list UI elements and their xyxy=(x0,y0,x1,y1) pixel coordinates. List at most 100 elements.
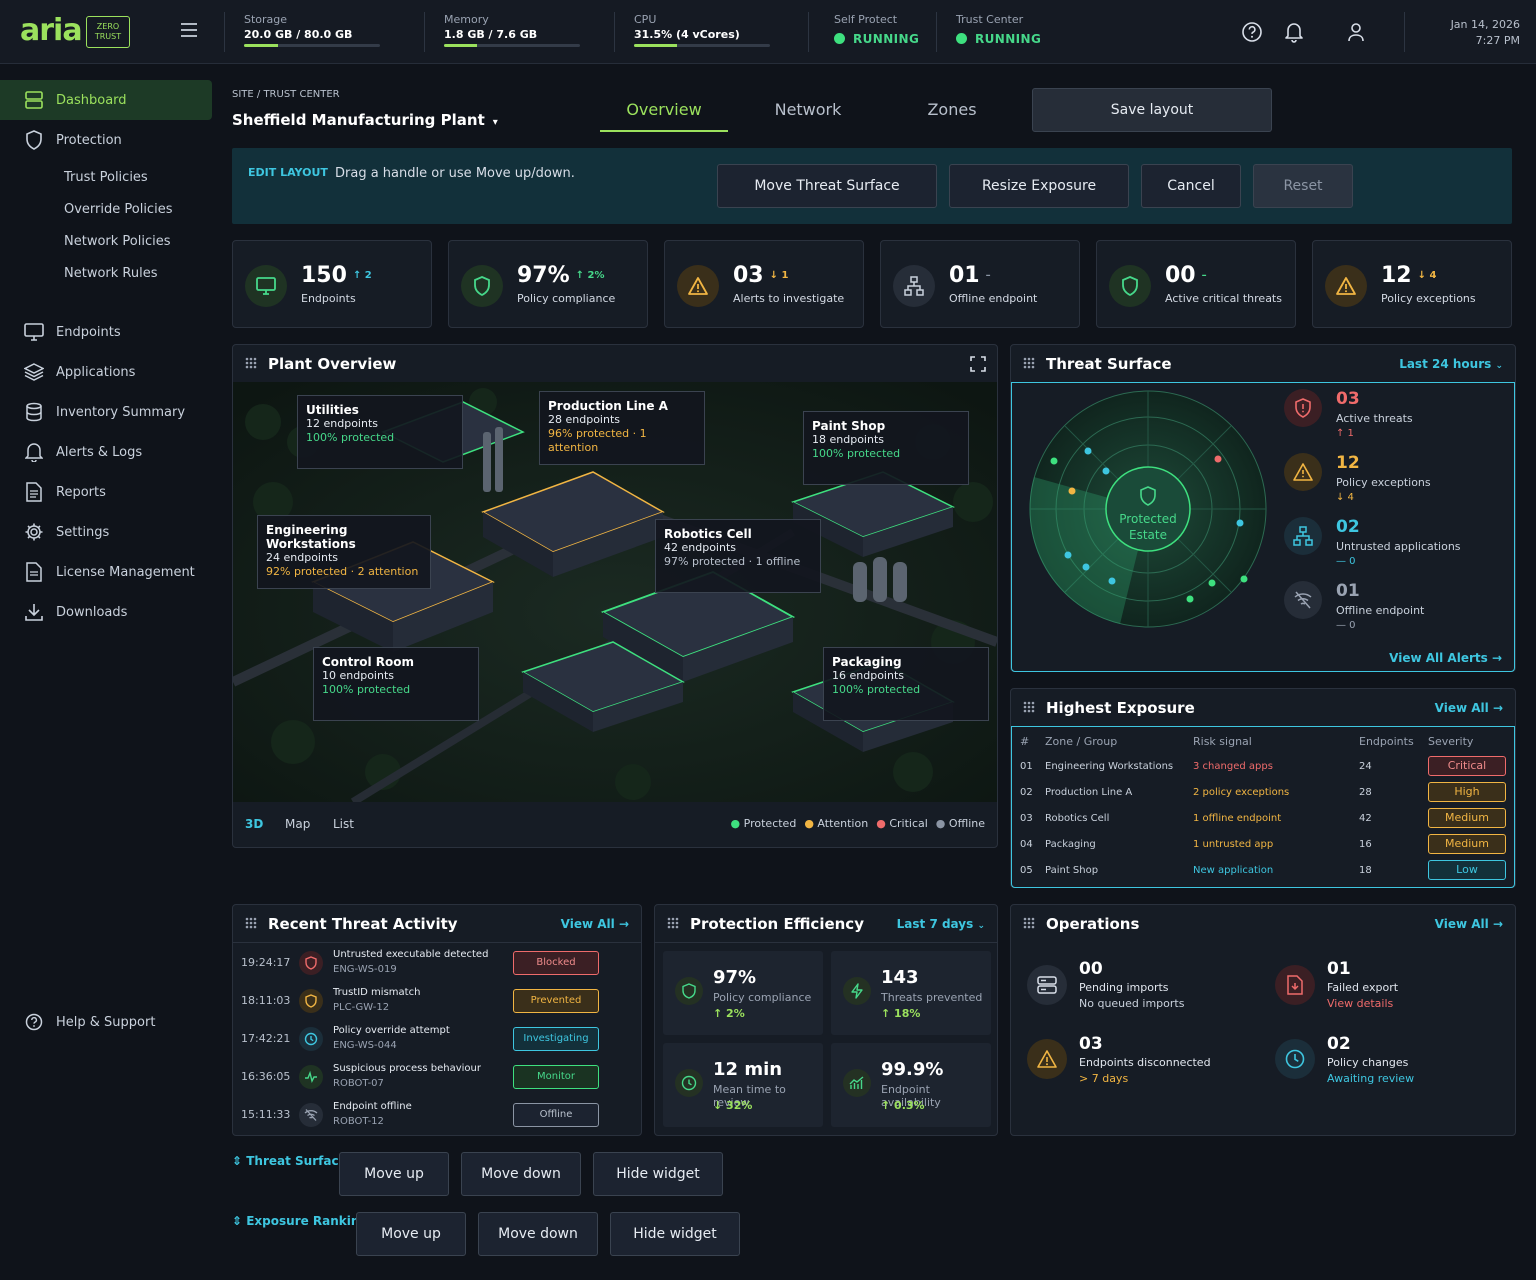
range-selector[interactable]: Last 7 days ⌄ xyxy=(897,917,985,931)
sidebar-item-reports[interactable]: Reports xyxy=(0,472,212,512)
legend-offline: ● Offline xyxy=(935,817,985,830)
drag-handle-icon[interactable] xyxy=(1023,357,1035,369)
help-support[interactable]: Help & Support xyxy=(0,1002,212,1042)
kpi-offline-endpoint[interactable]: 01– Offline endpoint xyxy=(880,240,1080,328)
panel-title: Recent Threat Activity xyxy=(268,915,458,933)
protection-efficiency-panel: Protection Efficiency Last 7 days ⌄ 97% P… xyxy=(654,904,998,1136)
kpi-critical-threats[interactable]: 00– Active critical threats xyxy=(1096,240,1296,328)
panel-title: Plant Overview xyxy=(268,355,397,373)
table-row[interactable]: 03 Robotics Cell 1 offline endpoint 42 Medi… xyxy=(1020,805,1510,831)
edit-layout-hint: Drag a handle or use Move up/down. xyxy=(335,166,575,181)
drag-handle-icon[interactable] xyxy=(245,917,257,929)
kpi-endpoints[interactable]: 150 ↑ 2 Endpoints xyxy=(232,240,432,328)
view-all-alerts-link[interactable]: View All Alerts → xyxy=(1389,651,1502,665)
site-selector[interactable]: Sheffield Manufacturing Plant ▾ xyxy=(232,111,498,129)
sidebar-item-downloads[interactable]: Downloads xyxy=(0,592,212,632)
sidebar-item-applications[interactable]: Applications xyxy=(0,352,212,392)
move-down-button[interactable]: Move down xyxy=(478,1212,598,1256)
expand-icon[interactable] xyxy=(970,356,986,372)
zone-tag-production-line-a[interactable]: Production Line A 28 endpoints 96% protect… xyxy=(539,391,705,465)
drag-handle-icon[interactable] xyxy=(1023,701,1035,713)
sidebar-sub-override-policies[interactable]: Override Policies xyxy=(64,202,172,217)
sidebar-item-dashboard[interactable]: Dashboard xyxy=(0,80,212,120)
sidebar-item-settings[interactable]: Settings xyxy=(0,512,212,552)
drag-handle-icon[interactable] xyxy=(245,357,257,369)
legend-critical: ● Critical xyxy=(876,817,928,830)
efficiency-card: 143 Threats prevented ↑ 18% xyxy=(831,951,991,1035)
list-item[interactable]: 18:11:03 TrustID mismatch PLC-GW-12 Prev… xyxy=(233,987,643,1025)
bell-icon[interactable] xyxy=(1284,21,1304,43)
list-item[interactable]: 19:24:17 Untrusted executable detected E… xyxy=(233,949,643,987)
self-protect-status: Self Protect RUNNING xyxy=(834,13,920,46)
range-selector[interactable]: Last 24 hours ⌄ xyxy=(1399,357,1503,371)
table-row[interactable]: 05 Paint Shop New application 18 Low xyxy=(1020,857,1510,883)
database-icon xyxy=(24,402,44,422)
status-dot xyxy=(956,33,967,44)
panel-title: Operations xyxy=(1046,915,1140,933)
drag-handle-icon[interactable] xyxy=(667,917,679,929)
resize-exposure-button[interactable]: Resize Exposure xyxy=(949,164,1129,208)
sidebar-item-endpoints[interactable]: Endpoints xyxy=(0,312,212,352)
memory-metric: Memory 1.8 GB / 7.6 GB xyxy=(444,13,580,47)
severity-badge: Medium xyxy=(1428,808,1506,828)
list-item[interactable]: 17:42:21 Policy override attempt ENG-WS-… xyxy=(233,1025,643,1063)
view-map-button[interactable]: Map xyxy=(285,817,310,831)
legend-attention: ● Attention xyxy=(804,817,869,830)
cancel-button[interactable]: Cancel xyxy=(1141,164,1241,208)
divider xyxy=(808,12,809,52)
plant-3d-map[interactable]: Utilities 12 endpoints 100% protected Prod… xyxy=(233,382,997,802)
sidebar-sub-trust-policies[interactable]: Trust Policies xyxy=(64,170,148,185)
tab-zones[interactable]: Zones xyxy=(888,90,1016,132)
zone-tag-control-room[interactable]: Control Room 10 endpoints 100% protected xyxy=(313,647,479,721)
table-row[interactable]: 01 Engineering Workstations 3 changed apps… xyxy=(1020,753,1510,779)
chart-icon xyxy=(843,1069,871,1097)
view-details-link[interactable]: View details xyxy=(1327,997,1393,1010)
kpi-policy-compliance[interactable]: 97% ↑ 2% Policy compliance xyxy=(448,240,648,328)
move-up-button[interactable]: Move up xyxy=(339,1152,449,1196)
zone-tag-packaging[interactable]: Packaging 16 endpoints 100% protected xyxy=(823,647,989,721)
sidebar-item-alerts-logs[interactable]: Alerts & Logs xyxy=(0,432,212,472)
zone-tag-engineering-workstations[interactable]: Engineering Workstations 24 endpoints 92% … xyxy=(257,515,431,589)
panel-title: Highest Exposure xyxy=(1046,699,1195,717)
help-icon[interactable] xyxy=(1241,21,1263,43)
table-row[interactable]: 02 Production Line A2 policy exceptions 28… xyxy=(1020,779,1510,805)
kpi-policy-exceptions[interactable]: 12 ↓ 4 Policy exceptions xyxy=(1312,240,1512,328)
zone-tag-robotics-cell[interactable]: Robotics Cell 42 endpoints 97% protected ·… xyxy=(655,519,821,593)
sidebar-item-license[interactable]: License Management xyxy=(0,552,212,592)
warning-icon xyxy=(1284,453,1322,491)
view-list-button[interactable]: List xyxy=(333,817,354,831)
sidebar-item-inventory[interactable]: Inventory Summary xyxy=(0,392,212,432)
list-item[interactable]: 15:11:33 Endpoint offline ROBOT-12 Offli… xyxy=(233,1101,643,1139)
move-up-button[interactable]: Move up xyxy=(356,1212,466,1256)
zone-tag-utilities[interactable]: Utilities 12 endpoints 100% protected xyxy=(297,395,463,469)
move-down-button[interactable]: Move down xyxy=(461,1152,581,1196)
save-layout-button[interactable]: Save layout xyxy=(1032,88,1272,132)
sidebar-sub-network-policies[interactable]: Network Policies xyxy=(64,234,171,249)
view-all-operations-link[interactable]: View All → xyxy=(1435,917,1503,931)
view-3d-button[interactable]: 3D xyxy=(245,817,263,831)
reset-button[interactable]: Reset xyxy=(1253,164,1353,208)
hide-widget-button[interactable]: Hide widget xyxy=(610,1212,740,1256)
shield-alert-icon xyxy=(1284,389,1322,427)
kpi-alerts[interactable]: 03 ↓ 1 Alerts to investigate xyxy=(664,240,864,328)
list-item[interactable]: 16:36:05 Suspicious process behaviour RO… xyxy=(233,1063,643,1101)
awaiting-review-link[interactable]: Awaiting review xyxy=(1327,1072,1414,1085)
recent-threat-activity-panel: Recent Threat Activity View All → 19:24:… xyxy=(232,904,642,1136)
hide-widget-button[interactable]: Hide widget xyxy=(593,1152,723,1196)
move-threat-surface-button[interactable]: Move Threat Surface xyxy=(717,164,937,208)
efficiency-card: 97% Policy compliance ↑ 2% xyxy=(663,951,823,1035)
status-badge: Investigating xyxy=(513,1027,599,1051)
zone-tag-paint-shop[interactable]: Paint Shop 18 endpoints 100% protected xyxy=(803,411,969,485)
sidebar-sub-network-rules[interactable]: Network Rules xyxy=(64,266,157,281)
user-icon[interactable] xyxy=(1346,21,1366,43)
view-all-exposure-link[interactable]: View All → xyxy=(1435,701,1503,715)
memory-bar xyxy=(444,44,580,47)
bolt-icon xyxy=(843,977,871,1005)
drag-handle-icon[interactable] xyxy=(1023,917,1035,929)
tab-overview[interactable]: Overview xyxy=(600,90,728,132)
table-row[interactable]: 04 Packaging 1 untrusted app 16 Medium xyxy=(1020,831,1510,857)
menu-icon[interactable] xyxy=(180,22,198,38)
tab-network[interactable]: Network xyxy=(744,90,872,132)
sidebar-item-protection[interactable]: Protection xyxy=(0,120,212,160)
view-all-activity-link[interactable]: View All → xyxy=(561,917,629,931)
